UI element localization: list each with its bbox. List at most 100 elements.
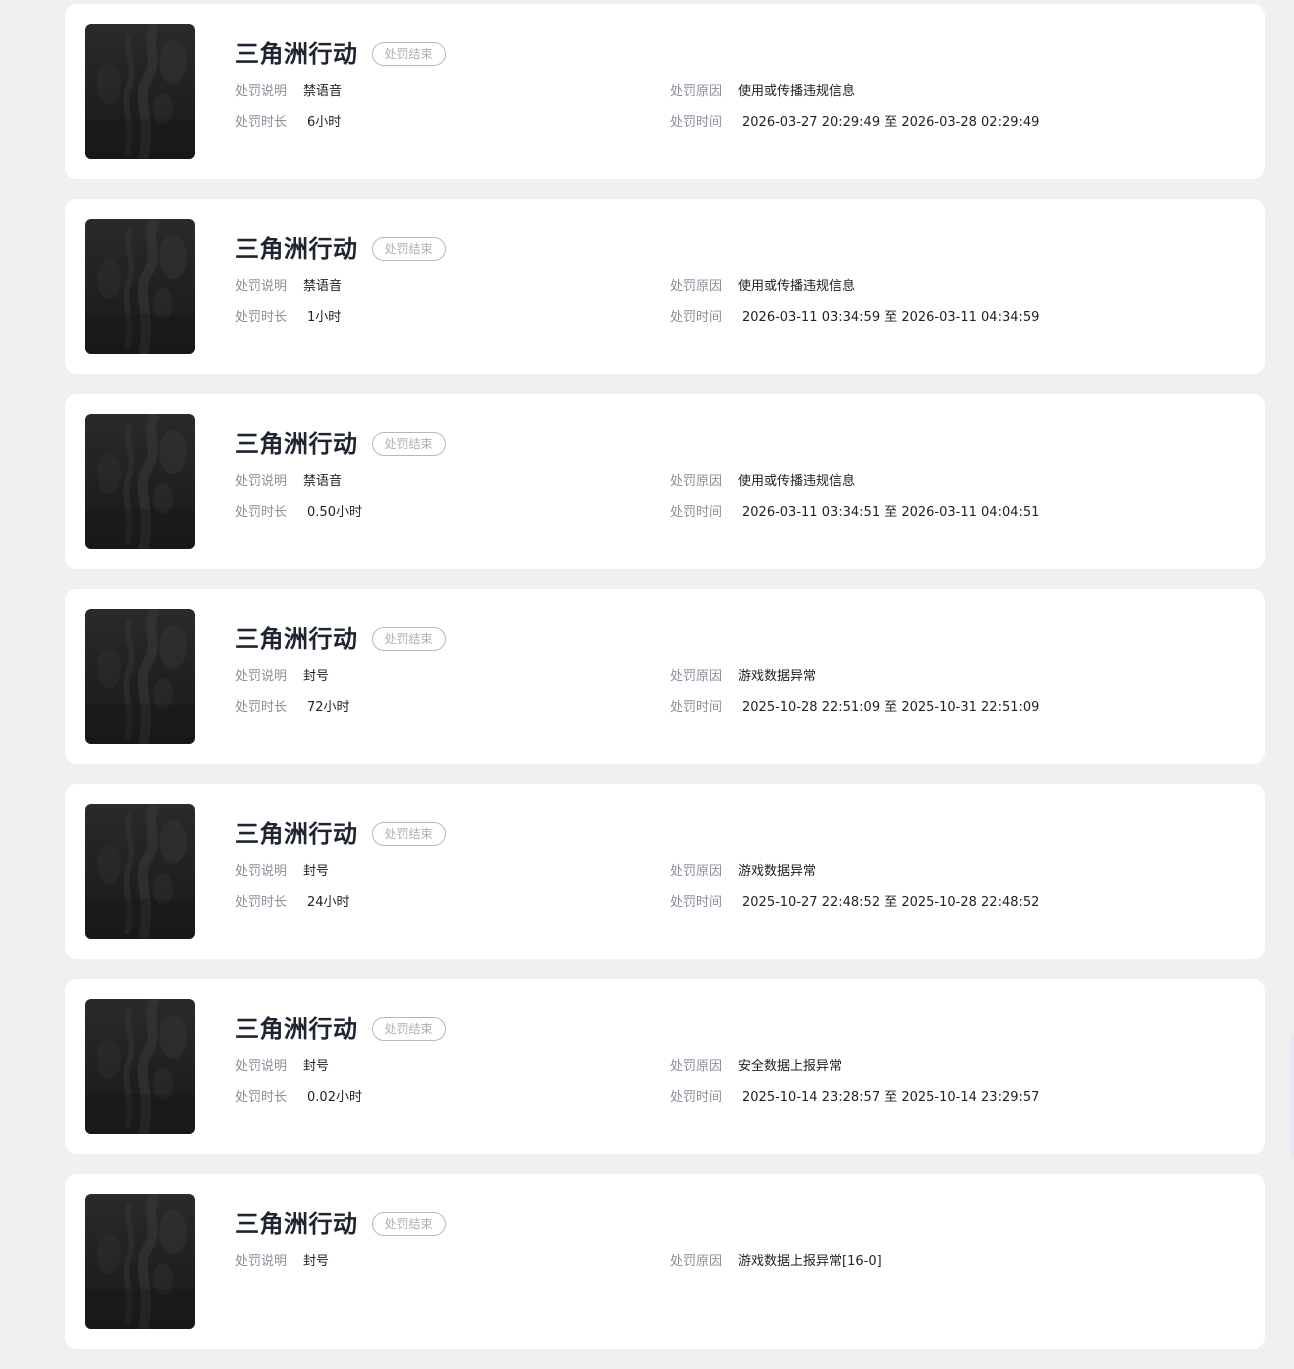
penalty-time-value: 2025-10-14 23:28:57 至 2025-10-14 23:29:5…: [742, 1090, 1040, 1105]
penalty-duration: 处罚时长 0.50小时: [235, 504, 362, 522]
penalty-description-value: 封号: [303, 1254, 330, 1269]
penalty-duration: 处罚时长 6小时: [235, 114, 341, 132]
penalty-description-value: 禁语音: [303, 474, 343, 489]
penalty-reason: 处罚原因 使用或传播违规信息: [670, 473, 855, 491]
penalty-description-label: 处罚说明: [235, 864, 288, 879]
game-cover-image: [85, 414, 195, 549]
penalty-record-card[interactable]: 三角洲行动 处罚结束 处罚说明 封号 处罚时长 0.02小时 处罚原因 安全数据上报异…: [65, 979, 1265, 1154]
penalty-duration: 处罚时长 72小时: [235, 699, 350, 717]
penalty-time: 处罚时间 2026-03-11 03:34:59 至 2026-03-11 04:…: [670, 309, 1039, 327]
game-cover-image: [85, 1194, 195, 1329]
status-badge: 处罚结束: [371, 432, 446, 456]
penalty-reason: 处罚原因 安全数据上报异常: [670, 1058, 842, 1076]
penalty-duration: 处罚时长 0.02小时: [235, 1089, 362, 1107]
game-title: 三角洲行动: [235, 820, 358, 848]
penalty-description: 处罚说明 禁语音: [235, 83, 342, 101]
penalty-record-card[interactable]: 三角洲行动 处罚结束 处罚说明 禁语音 处罚时长 6小时 处罚原因 使用或传播违规信息…: [65, 4, 1265, 179]
penalty-record-card[interactable]: 三角洲行动 处罚结束 处罚说明 禁语音 处罚时长 1小时 处罚原因 使用或传播违规信息…: [65, 199, 1265, 374]
penalty-reason-value: 使用或传播违规信息: [738, 84, 856, 99]
penalty-duration-label: 处罚时长: [235, 310, 288, 325]
penalty-time-value: 2025-10-28 22:51:09 至 2025-10-31 22:51:0…: [742, 700, 1040, 715]
penalty-duration-label: 处罚时长: [235, 505, 288, 520]
penalty-record-card[interactable]: 三角洲行动 处罚结束 处罚说明 禁语音 处罚时长 0.50小时 处罚原因 使用或传播违…: [65, 394, 1265, 569]
penalty-time-value: 2026-03-11 03:34:59 至 2026-03-11 04:34:5…: [742, 310, 1040, 325]
status-badge: 处罚结束: [371, 627, 446, 651]
penalty-time-value: 2025-10-27 22:48:52 至 2025-10-28 22:48:5…: [742, 895, 1040, 910]
scroll-indicator[interactable]: [1290, 1036, 1294, 1156]
game-title: 三角洲行动: [235, 1210, 358, 1238]
penalty-reason-label: 处罚原因: [670, 1254, 723, 1269]
game-cover-image: [85, 999, 195, 1134]
penalty-description-value: 封号: [303, 1059, 330, 1074]
penalty-time: 处罚时间 2026-03-27 20:29:49 至 2026-03-28 02:…: [670, 114, 1039, 132]
status-badge: 处罚结束: [371, 822, 446, 846]
penalty-duration-value: 72小时: [307, 700, 350, 715]
penalty-time: 处罚时间 2025-10-27 22:48:52 至 2025-10-28 22:…: [670, 894, 1039, 912]
penalty-reason-label: 处罚原因: [670, 474, 723, 489]
penalty-description-value: 禁语音: [303, 84, 343, 99]
penalty-time-value: 2026-03-27 20:29:49 至 2026-03-28 02:29:4…: [742, 115, 1040, 130]
penalty-reason-label: 处罚原因: [670, 864, 723, 879]
penalty-record-card[interactable]: 三角洲行动 处罚结束 处罚说明 封号 处罚时长 24小时 处罚原因 游戏数据异常 处罚…: [65, 784, 1265, 959]
penalty-reason-label: 处罚原因: [670, 84, 723, 99]
status-badge: 处罚结束: [371, 42, 446, 66]
penalty-reason-value: 游戏数据上报异常[16-0]: [738, 1254, 882, 1269]
penalty-reason-label: 处罚原因: [670, 1059, 723, 1074]
penalty-description: 处罚说明 禁语音: [235, 473, 342, 491]
penalty-reason-value: 游戏数据异常: [738, 864, 817, 879]
penalty-reason: 处罚原因 使用或传播违规信息: [670, 83, 855, 101]
penalty-reason: 处罚原因 使用或传播违规信息: [670, 278, 855, 296]
penalty-reason-label: 处罚原因: [670, 279, 723, 294]
penalty-duration: 处罚时长 1小时: [235, 309, 341, 327]
penalty-time-label: 处罚时间: [670, 505, 723, 520]
penalty-description-label: 处罚说明: [235, 1254, 288, 1269]
penalty-description-value: 封号: [303, 669, 330, 684]
penalty-reason: 处罚原因 游戏数据异常: [670, 863, 816, 881]
game-cover-image: [85, 24, 195, 159]
game-title: 三角洲行动: [235, 40, 358, 68]
penalty-description-value: 禁语音: [303, 279, 343, 294]
status-badge: 处罚结束: [371, 1017, 446, 1041]
penalty-reason-value: 游戏数据异常: [738, 669, 817, 684]
game-cover-image: [85, 804, 195, 939]
penalty-time: 处罚时间 2025-10-14 23:28:57 至 2025-10-14 23:…: [670, 1089, 1039, 1107]
game-title: 三角洲行动: [235, 625, 358, 653]
penalty-description-label: 处罚说明: [235, 474, 288, 489]
penalty-description: 处罚说明 封号: [235, 863, 329, 881]
penalty-description-label: 处罚说明: [235, 84, 288, 99]
penalty-duration-label: 处罚时长: [235, 895, 288, 910]
penalty-duration-label: 处罚时长: [235, 115, 288, 130]
penalty-record-card[interactable]: 三角洲行动 处罚结束 处罚说明封号 处罚时长 处罚原因游戏数据上报异常[16-0…: [65, 1174, 1265, 1349]
game-cover-image: [85, 609, 195, 744]
penalty-description-label: 处罚说明: [235, 669, 288, 684]
penalty-time: 处罚时间 2025-10-28 22:51:09 至 2025-10-31 22:…: [670, 699, 1039, 717]
penalty-duration-value: 0.50小时: [307, 505, 362, 520]
penalty-duration-value: 24小时: [307, 895, 350, 910]
penalty-description: 处罚说明 封号: [235, 1058, 329, 1076]
penalty-reason-value: 使用或传播违规信息: [738, 279, 856, 294]
penalty-time-label: 处罚时间: [670, 895, 723, 910]
penalty-duration-value: 0.02小时: [307, 1090, 362, 1105]
game-title: 三角洲行动: [235, 430, 358, 458]
penalty-record-card[interactable]: 三角洲行动 处罚结束 处罚说明 封号 处罚时长 72小时 处罚原因 游戏数据异常 处罚…: [65, 589, 1265, 764]
penalty-reason: 处罚原因 游戏数据上报异常[16-0]: [670, 1253, 882, 1271]
penalty-record-list: 三角洲行动 处罚结束 处罚说明 禁语音 处罚时长 6小时 处罚原因 使用或传播违规信息…: [65, 4, 1265, 1369]
penalty-duration-label: 处罚时长: [235, 700, 288, 715]
penalty-description-value: 封号: [303, 864, 330, 879]
penalty-reason-value: 安全数据上报异常: [738, 1059, 843, 1074]
penalty-description: 处罚说明 封号: [235, 668, 329, 686]
penalty-description: 处罚说明 禁语音: [235, 278, 342, 296]
penalty-duration-value: 1小时: [307, 310, 342, 325]
game-title: 三角洲行动: [235, 235, 358, 263]
penalty-time-label: 处罚时间: [670, 700, 723, 715]
penalty-time-value: 2026-03-11 03:34:51 至 2026-03-11 04:04:5…: [742, 505, 1040, 520]
status-badge: 处罚结束: [371, 237, 446, 261]
penalty-time-label: 处罚时间: [670, 310, 723, 325]
penalty-description-label: 处罚说明: [235, 1059, 288, 1074]
penalty-reason: 处罚原因 游戏数据异常: [670, 668, 816, 686]
penalty-description: 处罚说明 封号: [235, 1253, 329, 1271]
penalty-time-label: 处罚时间: [670, 115, 723, 130]
penalty-time-label: 处罚时间: [670, 1090, 723, 1105]
penalty-duration-label: 处罚时长: [235, 1090, 288, 1105]
game-title: 三角洲行动: [235, 1015, 358, 1043]
